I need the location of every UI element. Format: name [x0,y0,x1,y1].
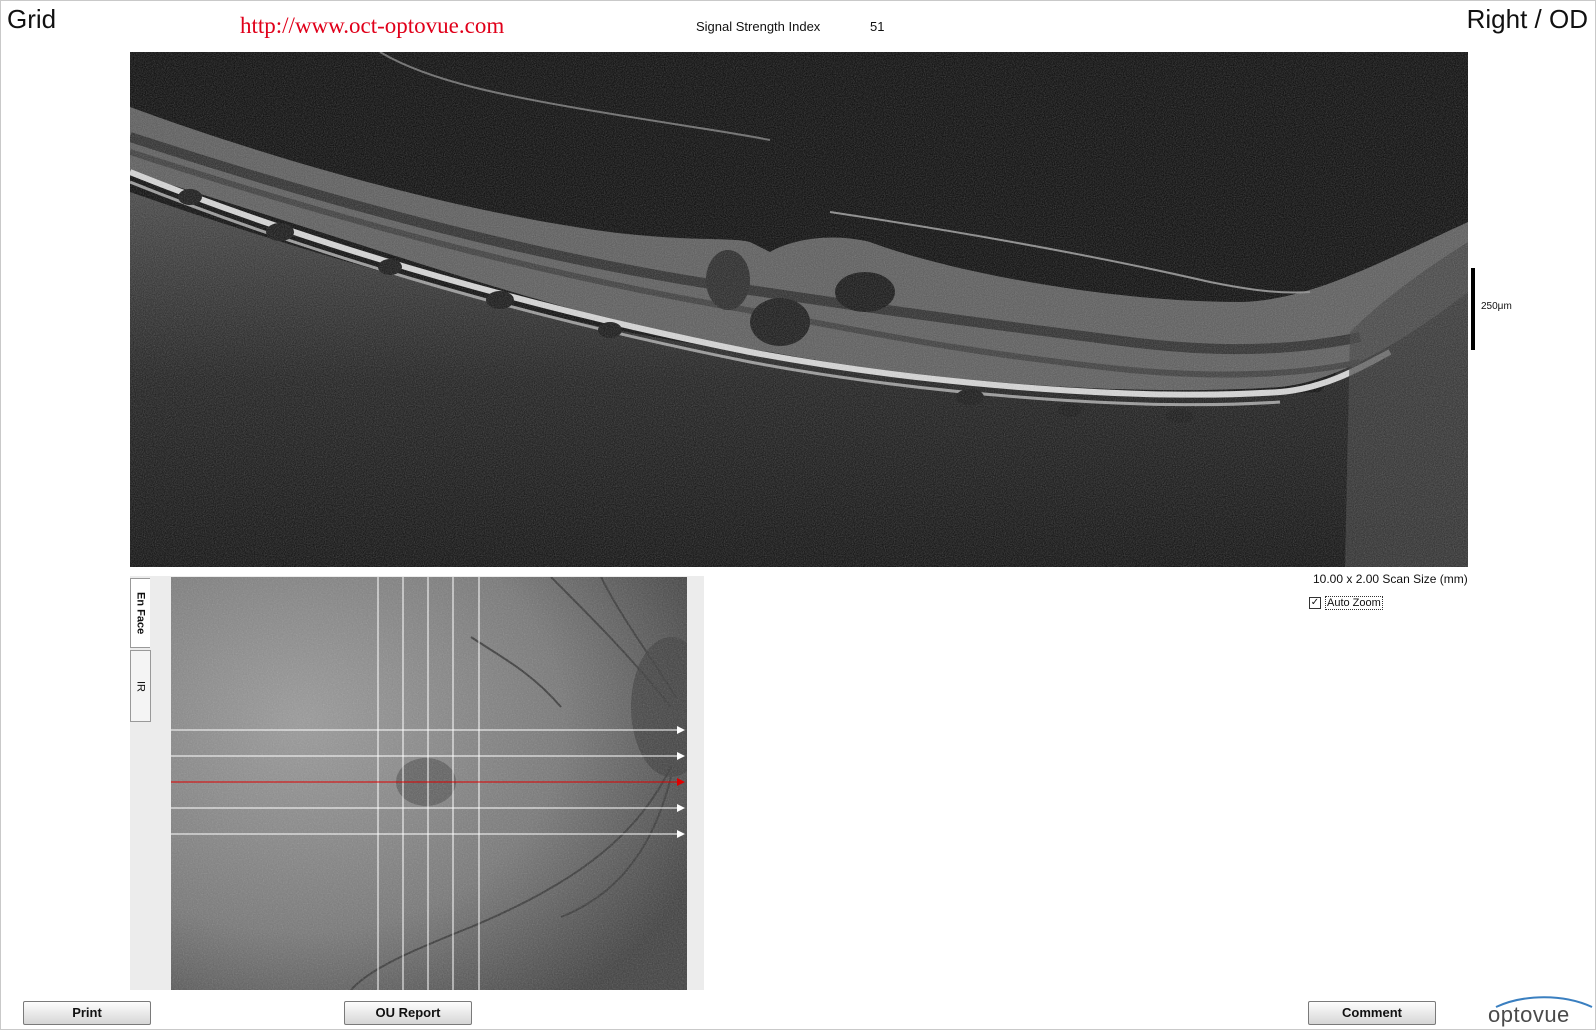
scale-bar [1471,268,1475,350]
comment-button[interactable]: Comment [1308,1001,1436,1025]
eye-indicator: Right / OD [1466,4,1588,34]
print-button[interactable]: Print [23,1001,151,1025]
website-url: http://www.oct-optovue.com [240,13,505,38]
scale-bar-label: 250μm [1481,301,1512,312]
tab-en-face[interactable]: En Face [130,578,150,648]
auto-zoom-label[interactable]: Auto Zoom [1325,596,1383,610]
signal-strength-value: 51 [870,19,885,34]
page-title: Grid [7,4,57,34]
logo-text: optovue [1488,1002,1570,1027]
signal-strength-label: Signal Strength Index [696,19,821,34]
ou-report-button[interactable]: OU Report [344,1001,472,1025]
checkbox-check-icon[interactable]: ✓ [1309,597,1321,609]
optovue-logo: optovue [1486,996,1593,1030]
tab-ir[interactable]: IR [130,650,151,722]
oct-bscan-image[interactable] [130,52,1468,567]
scan-size-label: 10.00 x 2.00 Scan Size (mm) [1313,572,1468,586]
enface-fundus-image[interactable] [171,577,687,990]
auto-zoom-checkbox[interactable]: ✓ Auto Zoom [1309,596,1383,610]
